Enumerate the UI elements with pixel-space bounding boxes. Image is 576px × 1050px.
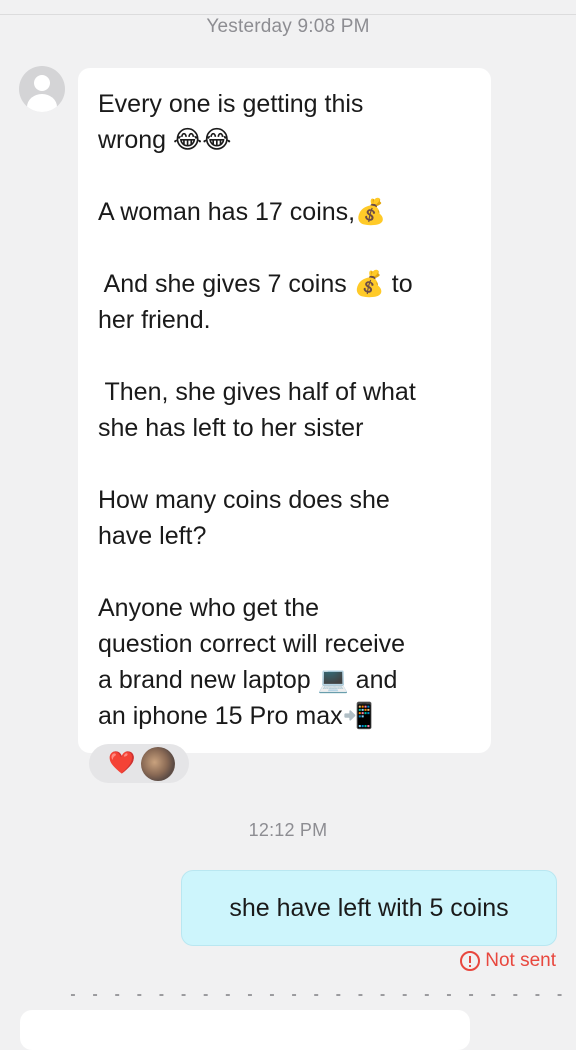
alert-circle-icon [460, 951, 481, 971]
message-line: Every one is getting this [98, 90, 364, 118]
message-line: question correct will receive [98, 630, 406, 658]
truncated-notice-text: ▪ ▪ ▪ ▪ ▪ ▪ ▪ ▪ ▪ ▪ ▪ ▪ ▪ ▪ ▪ ▪ ▪ ▪ ▪ ▪ … [70, 988, 568, 996]
reaction-user-avatar [141, 747, 175, 781]
timestamp-today: 12:12 PM [248, 820, 328, 840]
not-sent-status[interactable]: Not sent [460, 950, 556, 972]
message-line: a brand new laptop 💻 and [98, 666, 398, 694]
message-line: Anyone who get the [98, 594, 319, 622]
message-line: she has left to her sister [98, 414, 364, 442]
heart-reaction-icon: ❤️ [108, 750, 136, 775]
message-line: Then, she gives half of what [98, 378, 416, 406]
avatar-shoulders-shape [27, 94, 57, 112]
timestamp-yesterday: Yesterday 9:08 PM [206, 16, 370, 37]
message-line: And she gives 7 coins 💰 to [98, 270, 413, 298]
incoming-message-bubble[interactable]: Every one is getting this wrong 😂😂 A wom… [78, 68, 491, 753]
message-line: an iphone 15 Pro max📲 [98, 702, 374, 730]
message-line: A woman has 17 coins,💰 [98, 198, 387, 226]
avatar-head-shape [34, 75, 50, 91]
sender-avatar[interactable] [19, 66, 65, 112]
outgoing-message-text: she have left with 5 coins [229, 893, 509, 922]
outgoing-message-bubble[interactable]: she have left with 5 coins [181, 870, 557, 946]
message-line: wrong 😂😂 [98, 126, 232, 154]
top-divider [0, 14, 576, 15]
not-sent-label: Not sent [485, 950, 556, 971]
message-line: her friend. [98, 306, 211, 334]
message-line: How many coins does she [98, 486, 390, 514]
message-line: have left? [98, 522, 207, 550]
message-input-bar[interactable] [20, 1010, 470, 1050]
